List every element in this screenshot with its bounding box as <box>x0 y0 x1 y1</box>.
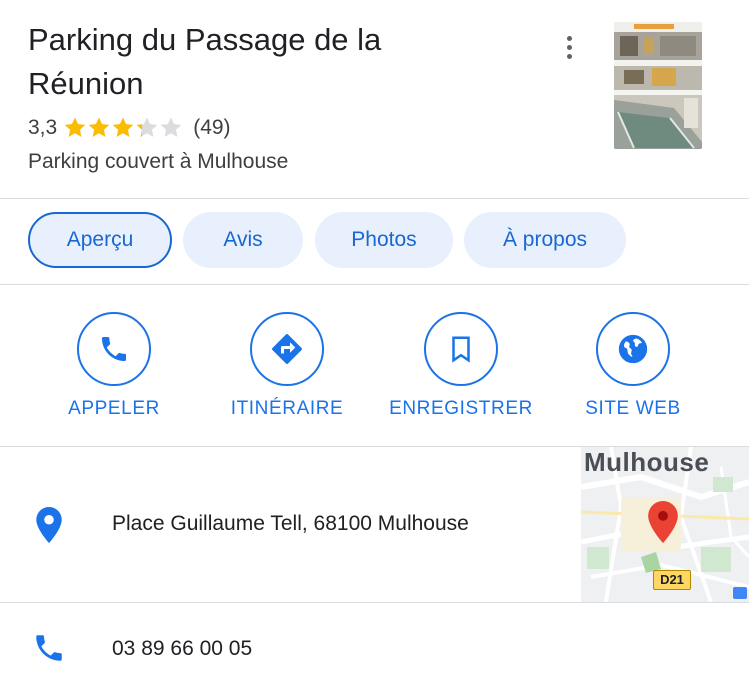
place-title: Parking du Passage de la Réunion <box>28 22 382 101</box>
place-photo-thumbnail[interactable] <box>614 22 702 149</box>
star-icon <box>88 117 110 137</box>
rating-row[interactable]: 3,3 (49) <box>28 114 231 142</box>
star-icon <box>64 117 86 137</box>
directions-label: ITINÉRAIRE <box>230 398 344 419</box>
directions-button[interactable]: ITINÉRAIRE <box>219 312 355 420</box>
place-category: Parking couvert à Mulhouse <box>28 150 289 173</box>
tab-avis[interactable]: Avis <box>183 212 303 268</box>
website-button[interactable]: SITE WEB <box>575 312 691 420</box>
star-icon <box>112 117 134 137</box>
divider <box>0 284 749 285</box>
phone-icon <box>77 312 151 386</box>
phone-icon <box>32 631 66 670</box>
map-thumbnail[interactable]: Mulhouse D21 <box>581 447 749 602</box>
review-count: (49) <box>193 116 231 139</box>
save-label: ENREGISTRER <box>389 398 533 419</box>
call-label: APPELER <box>68 398 160 419</box>
map-pin-icon <box>648 501 678 543</box>
tab-apercu[interactable]: Aperçu <box>28 212 172 268</box>
save-button[interactable]: ENREGISTRER <box>380 312 542 420</box>
address-text: Place Guillaume Tell, 68100 Mulhouse <box>112 512 469 535</box>
directions-icon <box>250 312 324 386</box>
address-row[interactable]: Place Guillaume Tell, 68100 Mulhouse Mul… <box>0 447 749 602</box>
more-vert-icon[interactable] <box>556 30 582 64</box>
website-label: SITE WEB <box>585 398 681 419</box>
globe-icon <box>596 312 670 386</box>
phone-number: 03 89 66 00 05 <box>112 637 253 660</box>
tab-a-propos[interactable]: À propos <box>464 212 626 268</box>
rating-value: 3,3 <box>28 116 58 139</box>
bookmark-icon <box>424 312 498 386</box>
rating-stars <box>63 116 185 140</box>
tab-bar: Aperçu Avis Photos À propos <box>0 212 749 270</box>
star-icon <box>160 117 182 137</box>
map-city-label: Mulhouse <box>584 447 710 477</box>
place-header: Parking du Passage de la Réunion 3,3 (49… <box>0 0 749 198</box>
action-buttons: APPELER ITINÉRAIRE ENREGISTRER SITE WEB <box>0 312 749 432</box>
call-button[interactable]: APPELER <box>54 312 174 420</box>
phone-row[interactable]: 03 89 66 00 05 <box>0 603 749 683</box>
map-road-label: D21 <box>653 570 691 590</box>
divider <box>0 198 749 199</box>
tab-photos[interactable]: Photos <box>315 212 453 268</box>
location-pin-icon <box>36 507 62 548</box>
